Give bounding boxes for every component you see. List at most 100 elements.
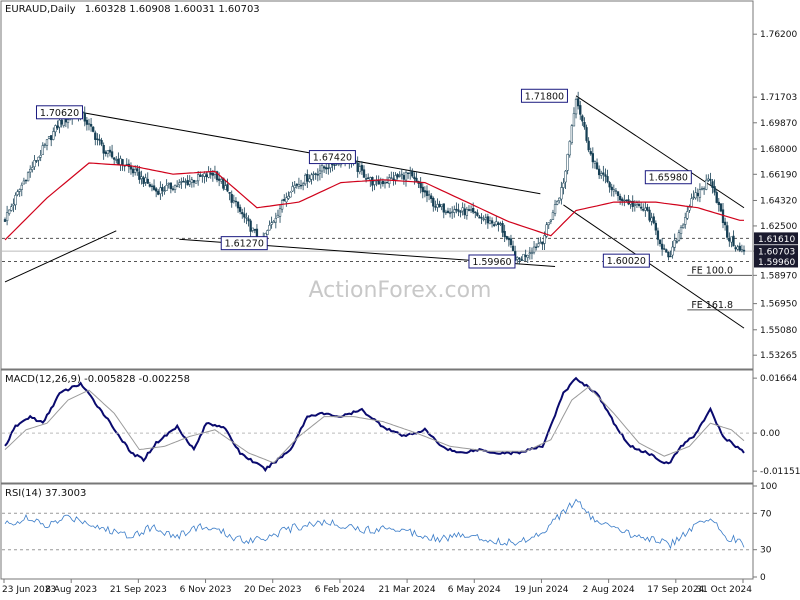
candle-body (24, 179, 28, 182)
candle-body (173, 185, 177, 190)
candle-body (278, 208, 282, 217)
candle-body (270, 222, 273, 225)
fe-label: FE 100.0 (691, 265, 733, 276)
candle-body (493, 224, 496, 226)
candle-body (115, 159, 118, 161)
price-tick-label: 1.69870 (760, 119, 797, 129)
candle-body (201, 175, 204, 177)
candle-body (705, 179, 708, 190)
candle-body (572, 113, 576, 127)
candle-body (304, 174, 307, 185)
candle-body (734, 247, 737, 250)
candle-body (667, 251, 670, 258)
candle-body (318, 170, 322, 174)
candle-body (56, 125, 59, 129)
candle-body (360, 165, 364, 171)
candle-body (236, 201, 240, 209)
candle-body (194, 180, 198, 184)
candle-body (738, 245, 741, 251)
rsi-tick-label: 30 (760, 546, 772, 556)
candle-body (142, 177, 145, 184)
candle-body (140, 176, 143, 179)
candle-body (438, 203, 441, 208)
candle-body (576, 98, 580, 107)
candle-body (230, 194, 233, 203)
candle-body (367, 177, 370, 180)
candle-body (283, 198, 286, 201)
candle-body (625, 199, 628, 202)
candle-body (549, 219, 553, 222)
candle-body (637, 203, 641, 206)
candle-body (574, 99, 578, 115)
candle-body (700, 188, 704, 190)
candle-body (83, 112, 86, 122)
candle-body (98, 139, 101, 141)
candle-body (547, 222, 550, 226)
candle-body (113, 157, 116, 160)
candle-body (650, 217, 653, 222)
candle-body (184, 181, 187, 183)
candle-body (742, 249, 746, 252)
candle-body (633, 204, 636, 206)
candle-body (385, 182, 389, 184)
candle-body (686, 211, 689, 219)
ohlc-values: 1.60328 1.60908 1.60031 1.60703 (85, 4, 260, 15)
candle-body (723, 221, 727, 226)
candle-body (35, 160, 38, 162)
candle-body (52, 131, 55, 140)
candle-body (606, 176, 609, 183)
candle-body (451, 211, 454, 213)
candle-body (176, 185, 179, 188)
candle-body (570, 125, 573, 143)
date-tick-label: 6 Nov 2023 (180, 585, 232, 595)
candle-body (516, 257, 519, 260)
candle-body (26, 172, 30, 182)
candle-body (518, 257, 521, 260)
date-tick-label: 31 Oct 2024 (696, 585, 752, 595)
date-tick-label: 19 Jun 2024 (514, 585, 568, 595)
candle-body (696, 192, 699, 197)
candle-body (589, 151, 592, 155)
candle-body (251, 227, 254, 231)
candle-body (537, 243, 540, 247)
candle-body (14, 194, 17, 206)
candle-body (583, 122, 586, 128)
candle-body (190, 179, 193, 183)
candle-body (558, 197, 561, 202)
price-tick-label: 1.62500 (760, 222, 797, 232)
candle-body (316, 174, 319, 176)
candle-body (679, 227, 683, 234)
candle-body (681, 224, 685, 229)
candle-body (495, 221, 498, 225)
candle-body (587, 140, 590, 151)
candle-body (541, 241, 544, 245)
candle-body (196, 174, 200, 182)
candle-body (501, 223, 504, 233)
candle-body (455, 208, 458, 211)
price-tick-label: 1.68000 (760, 145, 797, 155)
candle-body (182, 180, 185, 183)
candle-body (314, 173, 317, 175)
candle-body (644, 207, 647, 211)
candle-body (526, 254, 529, 258)
candle-body (476, 212, 479, 216)
candle-body (440, 204, 443, 207)
candle-body (163, 190, 166, 192)
candle-body (463, 208, 466, 216)
macd-tick-label: 0.01664 (760, 374, 797, 384)
candle-body (60, 119, 63, 125)
candle-body (736, 246, 739, 250)
candle-body (322, 166, 326, 169)
candle-body (155, 188, 158, 192)
candle-body (87, 123, 91, 125)
watermark: ActionForex.com (309, 278, 492, 303)
candle-body (669, 255, 672, 258)
candle-body (148, 184, 152, 187)
candle-body (618, 195, 622, 201)
candle-body (579, 105, 582, 115)
candle-body (488, 220, 492, 225)
candle-body (8, 209, 11, 214)
candle-body (459, 211, 462, 213)
price-tick-label: 1.53265 (760, 351, 797, 361)
macd-tick-label: -0.011515 (760, 467, 800, 477)
